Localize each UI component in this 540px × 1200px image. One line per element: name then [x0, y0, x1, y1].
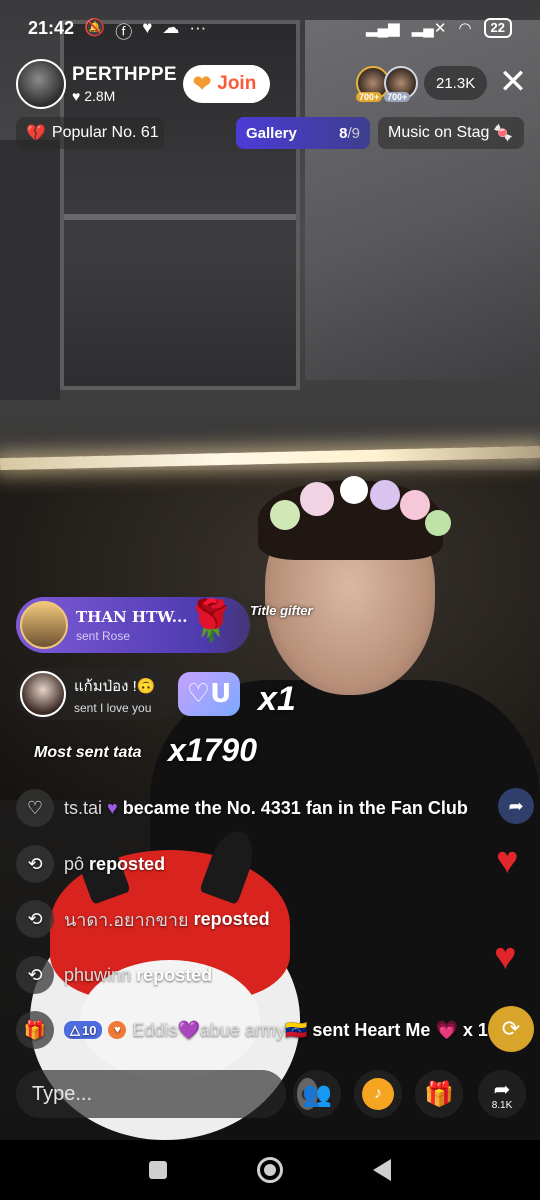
chat-username[interactable]: Eddis💜abue army🇻🇪 — [132, 1020, 307, 1041]
gallery-label: Gallery — [246, 124, 297, 142]
viewer-badge: 700+ — [384, 92, 411, 102]
top-viewers[interactable]: 700+ 700+ 21.3K — [356, 66, 488, 102]
heart-icon: ♥ — [142, 18, 153, 37]
back-icon[interactable] — [373, 1159, 391, 1181]
music-on-stage-pill[interactable]: Music on Stag 🍬 — [378, 117, 524, 149]
chat-text: reposted — [136, 964, 213, 985]
repost-icon: ⟲ — [16, 956, 54, 994]
system-nav-bar — [0, 1140, 540, 1200]
host-name: PERTHPPE — [72, 64, 177, 85]
refresh-icon[interactable]: ⟳ — [488, 1006, 534, 1052]
chat-message[interactable]: ⟲ นาดา.อยากขาย reposted — [16, 900, 270, 938]
rose-icon: 🌹 — [186, 599, 236, 643]
forward-arrow-icon[interactable]: ➦ — [498, 788, 534, 824]
join-button[interactable]: ❤ Join — [182, 65, 271, 103]
level-badge: △ 10 — [64, 1021, 103, 1039]
promote-button[interactable]: ♪ — [354, 1070, 402, 1118]
title-gifter-label: Title gifter — [250, 603, 313, 618]
viewer-avatar[interactable]: 700+ — [384, 66, 418, 102]
chat-text: reposted — [89, 853, 166, 874]
recents-icon[interactable] — [149, 1161, 167, 1179]
comment-input[interactable] — [32, 1082, 297, 1106]
fan-badge-icon: ♥ — [107, 797, 118, 818]
comment-box[interactable]: ☻ — [16, 1070, 319, 1118]
gifter-avatar[interactable] — [20, 601, 68, 649]
floating-heart-icon: ♥ — [494, 936, 517, 978]
join-label: Join — [217, 73, 257, 94]
chat-text: became the No. 4331 fan in the Fan Club — [122, 797, 468, 818]
chat-message[interactable]: 🎁 △ 10 ♥ Eddis💜abue army🇻🇪 sent Heart Me … — [16, 1011, 488, 1049]
cloud-icon: ☁ — [162, 18, 180, 37]
chat-text: reposted — [193, 908, 270, 929]
most-sent-count: x1790 — [168, 732, 257, 768]
most-sent-label: Most sent tata — [34, 744, 142, 761]
gift-multiplier: x 1 — [462, 1019, 488, 1040]
chat-message[interactable]: ♡ ts.tai ♥ became the No. 4331 fan in th… — [16, 789, 468, 827]
gift-combo-count: x1 — [258, 680, 296, 718]
heart-outline-icon: ♡ — [16, 789, 54, 827]
heart-plus-icon: ❤ — [192, 71, 212, 96]
notification-icons: 🔕 ⓕ ♥ ☁ ··· — [84, 18, 206, 43]
gallery-pill[interactable]: Gallery 8/9 — [236, 117, 370, 149]
facebook-icon: ⓕ — [115, 23, 133, 42]
status-time: 21:42 — [28, 18, 75, 38]
viewer-count[interactable]: 21.3K — [424, 66, 488, 100]
status-bar: 21:42 🔕 ⓕ ♥ ☁ ··· ▂▄▆ ▂▄✕ ◠ 22 — [0, 0, 540, 60]
music-label: Music on Stag — [388, 124, 490, 141]
share-arrow-icon: ➦ — [493, 1079, 511, 1101]
host-info[interactable]: PERTHPPE ♥ 2.8M ❤ Join — [16, 56, 271, 112]
gallery-total: /9 — [347, 124, 360, 142]
close-icon[interactable]: ✕ — [496, 65, 530, 100]
music-percent-icon: ♪ — [362, 1078, 394, 1110]
floating-heart-icon: ♥ — [496, 840, 519, 882]
signal-off-icon: ▂▄✕ — [411, 20, 447, 37]
popular-label: Popular No. — [51, 124, 137, 141]
wifi-icon: ◠ — [458, 20, 472, 37]
chat-username[interactable]: pô — [64, 854, 84, 875]
led-strip — [0, 445, 540, 471]
gift-icon[interactable]: 🎁 — [415, 1070, 463, 1118]
share-button[interactable]: ➦ 8.1K — [478, 1070, 526, 1118]
chat-message[interactable]: ⟲ phuwinn reposted — [16, 956, 212, 994]
i-love-you-gift-icon: ♡U — [178, 672, 240, 716]
gifter-name: แก้มป่อง !🙃 — [74, 677, 156, 695]
chat-message[interactable]: ⟲ pô reposted — [16, 845, 165, 883]
chat-username[interactable]: ts.tai — [64, 798, 102, 819]
gift-banner-iloveyou[interactable]: แก้มป่อง !🙃 sent I love you — [16, 668, 181, 720]
multi-guest-icon[interactable]: 👥 — [293, 1070, 341, 1118]
chat-username[interactable]: นาดา.อยากขาย — [64, 905, 189, 934]
flower-crown — [260, 470, 460, 540]
popular-rank: 61 — [140, 124, 159, 141]
battery-indicator: 22 — [483, 18, 512, 38]
viewer-badge: 700+ — [356, 92, 383, 102]
gifter-name: THAN HTW... — [76, 607, 188, 626]
host-avatar[interactable] — [16, 59, 66, 109]
cabinet-left — [0, 140, 60, 400]
home-icon[interactable] — [257, 1157, 283, 1183]
candy-icon: 🍬 — [493, 125, 514, 142]
gifter-avatar[interactable] — [20, 671, 66, 717]
mute-bell-icon: 🔕 — [84, 18, 106, 37]
repost-icon: ⟲ — [16, 845, 54, 883]
repost-icon: ⟲ — [16, 900, 54, 938]
chat-text: sent Heart Me — [312, 1019, 431, 1040]
gift-box-icon[interactable]: 🎁 — [16, 1011, 54, 1049]
chat-username[interactable]: phuwinn — [64, 965, 131, 986]
popular-rank-pill[interactable]: 💔 Popular No. 61 — [16, 117, 164, 149]
more-dots-icon: ··· — [189, 18, 207, 37]
likes-heart-icon: ♥ — [72, 88, 81, 104]
fan-club-heart-icon: ♥ — [108, 1021, 127, 1039]
gift-description: sent I love you — [74, 700, 152, 715]
gift-description: sent Rose — [76, 628, 131, 643]
level-triangle-icon: △ — [70, 1022, 80, 1037]
host-likes: ♥ 2.8M — [72, 88, 177, 104]
signal-icon: ▂▄▆ — [366, 20, 400, 37]
share-count: 8.1K — [491, 1100, 513, 1111]
heart-me-gift-icon: 💗 — [435, 1019, 458, 1040]
level-number: 10 — [82, 1022, 97, 1038]
broken-heart-icon: 💔 — [26, 125, 46, 142]
likes-count: 2.8M — [84, 88, 116, 104]
